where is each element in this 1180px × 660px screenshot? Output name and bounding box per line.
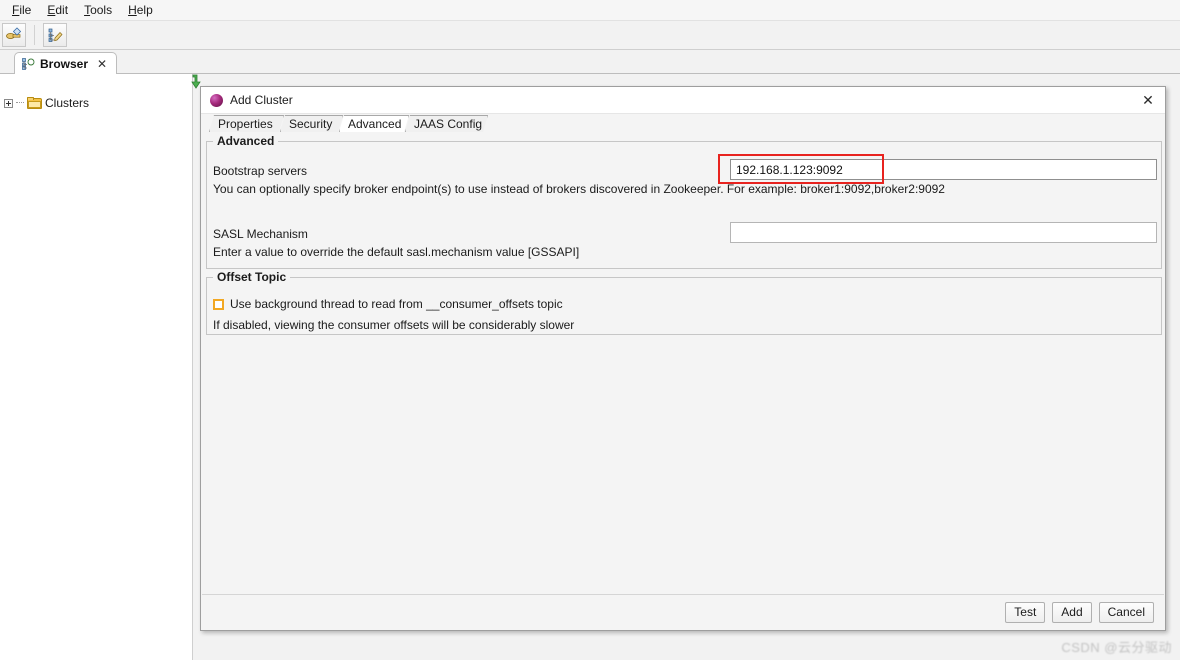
background-thread-checkbox[interactable] [213,298,224,310]
offset-topic-hint: If disabled, viewing the consumer offset… [213,318,575,332]
dialog-tab-jaas-config-label: JAAS Config [414,117,483,131]
edit-cluster-toolbar-button[interactable] [43,23,67,47]
tree-connector-line [16,102,24,104]
dialog-tab-properties-label: Properties [218,117,273,131]
menu-item-tools[interactable]: Tools [76,1,120,19]
menu-item-file[interactable]: File [4,1,39,19]
sasl-mechanism-input[interactable] [730,222,1157,243]
dialog-tab-security[interactable]: Security [280,115,343,132]
purple-sphere-icon [210,93,223,107]
background-thread-checkbox-label: Use background thread to read from __con… [230,297,563,311]
dialog-tab-advanced-label: Advanced [348,117,402,131]
view-tab-strip: Browser ✕ [0,50,1180,74]
plus-expander-icon[interactable] [4,98,13,108]
application-window: File Edit Tools Help Browser ✕ Clusters … [0,0,1180,660]
add-cluster-toolbar-icon [6,27,22,39]
tab-browser-close-icon[interactable]: ✕ [97,57,107,71]
dialog-tab-bar: Properties Security Advanced JAAS Config [201,114,1165,132]
browser-tree-icon [22,57,35,70]
menu-item-edit[interactable]: Edit [39,1,76,19]
tab-browser-label: Browser [40,56,89,71]
add-cluster-toolbar-button[interactable] [2,23,26,47]
tree-item-clusters[interactable]: Clusters [0,93,192,113]
dialog-tab-properties[interactable]: Properties [209,115,284,132]
tree-item-clusters-label: Clusters [45,96,90,110]
main-toolbar [0,21,1180,50]
folder-icon [27,97,42,109]
edit-cluster-toolbar-icon [48,28,63,42]
menu-bar: File Edit Tools Help [0,0,1180,21]
toolbar-separator [34,25,35,45]
add-cluster-dialog: Add Cluster ✕ Properties Security Advanc… [200,86,1166,631]
bootstrap-servers-label: Bootstrap servers [213,164,308,178]
offset-topic-group-legend: Offset Topic [213,270,291,284]
add-button[interactable]: Add [1052,601,1092,623]
dialog-tab-security-label: Security [289,117,333,131]
test-button[interactable]: Test [1005,601,1046,623]
dialog-close-icon[interactable]: ✕ [1137,89,1159,111]
bootstrap-servers-input[interactable] [730,159,1157,180]
cancel-button[interactable]: Cancel [1098,601,1154,623]
dialog-button-bar: Test Add Cancel [202,594,1164,629]
menu-item-help[interactable]: Help [120,1,161,19]
dialog-tab-jaas-config[interactable]: JAAS Config [405,115,488,132]
advanced-group-legend: Advanced [213,134,279,148]
dialog-title: Add Cluster [230,93,293,107]
advanced-group-box: Advanced Bootstrap servers You can optio… [206,134,1162,269]
sasl-mechanism-label: SASL Mechanism [213,227,308,241]
dialog-title-bar: Add Cluster ✕ [201,87,1165,114]
background-thread-checkbox-row[interactable]: Use background thread to read from __con… [213,297,563,311]
dialog-tab-advanced[interactable]: Advanced [339,115,409,132]
cluster-tree-panel[interactable]: Clusters [0,74,193,660]
sasl-mechanism-hint: Enter a value to override the default sa… [213,245,580,259]
bootstrap-servers-hint: You can optionally specify broker endpoi… [213,182,945,196]
tab-browser[interactable]: Browser ✕ [14,52,118,74]
offset-topic-group-box: Offset Topic Use background thread to re… [206,270,1162,335]
csdn-watermark: CSDN @云分驱动 [1061,640,1172,655]
